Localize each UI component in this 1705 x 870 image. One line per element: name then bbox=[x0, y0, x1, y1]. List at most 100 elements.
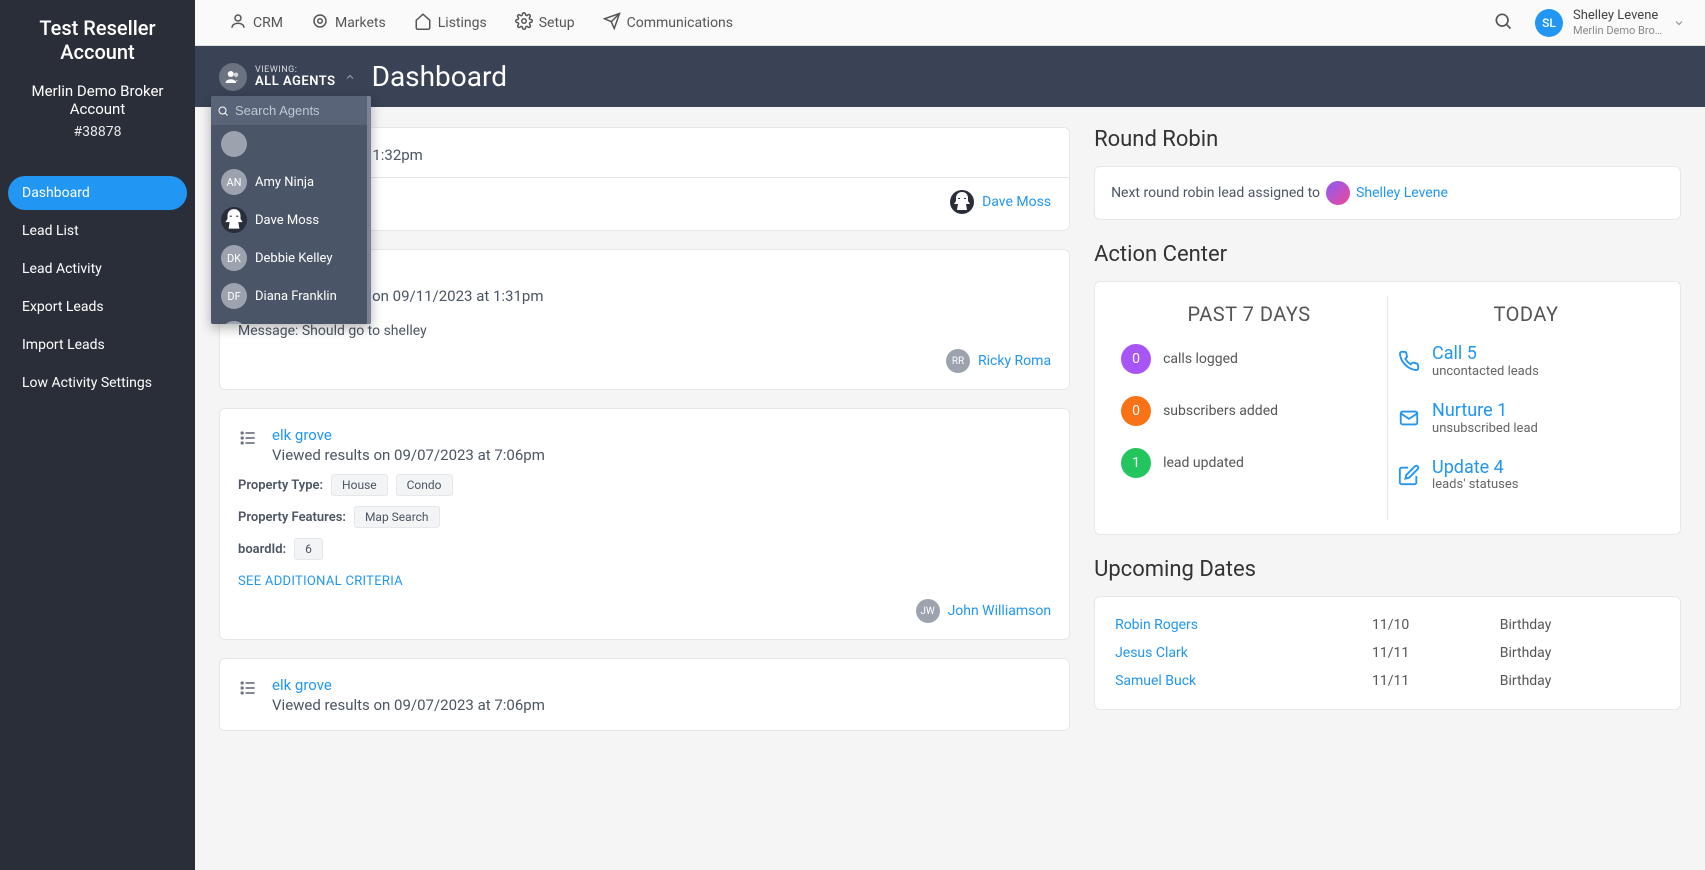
avatar: AN bbox=[221, 169, 247, 195]
activity-card: elk grove Viewed results on 09/07/2023 a… bbox=[219, 658, 1070, 731]
ac-link[interactable]: Update 4 bbox=[1432, 458, 1518, 478]
count-badge: 0 bbox=[1121, 344, 1151, 374]
ac-today-row[interactable]: Call 5uncontacted leads bbox=[1398, 344, 1654, 379]
ac-link[interactable]: Call 5 bbox=[1432, 344, 1539, 364]
list-icon bbox=[238, 678, 258, 698]
sidebar-item-low-activity-settings[interactable]: Low Activity Settings bbox=[8, 366, 187, 400]
agent-selector[interactable]: VIEWING: ALL AGENTS bbox=[219, 63, 356, 91]
action-center-title: Action Center bbox=[1094, 242, 1681, 267]
date-name[interactable]: Samuel Buck bbox=[1111, 667, 1368, 695]
agent-dropdown: AN Amy Ninja Dave Moss DKDebbie Kelley DF Dia… bbox=[211, 96, 371, 324]
activity-message: Message: Should go to shelley bbox=[238, 323, 1051, 339]
page-header: VIEWING: ALL AGENTS Dashboard ANAmy Ninj… bbox=[195, 46, 1705, 107]
topnav-setup[interactable]: Setup bbox=[501, 12, 589, 34]
ac-sublabel: uncontacted leads bbox=[1432, 364, 1539, 379]
chevron-down-icon bbox=[1673, 17, 1685, 29]
ac-link[interactable]: Nurture 1 bbox=[1432, 401, 1538, 421]
agent-link[interactable]: Dave Moss bbox=[982, 194, 1051, 210]
edit-icon bbox=[1398, 464, 1420, 486]
sidebar-item-lead-list[interactable]: Lead List bbox=[8, 214, 187, 248]
date-type: Birthday bbox=[1496, 611, 1664, 639]
agent-avatar bbox=[950, 190, 974, 214]
upcoming-card: Robin Rogers11/10BirthdayJesus Clark11/1… bbox=[1094, 596, 1681, 710]
rr-prefix: Next round robin lead assigned to bbox=[1111, 185, 1320, 201]
gear-icon bbox=[515, 12, 533, 34]
sidebar: Test Reseller Account Merlin Demo Broker… bbox=[0, 0, 195, 870]
topnav-markets[interactable]: Markets bbox=[297, 12, 400, 34]
phone-icon bbox=[1398, 350, 1420, 372]
avatar bbox=[221, 207, 247, 233]
agent-name: Amy Ninja bbox=[255, 175, 314, 190]
lead-link[interactable]: elk grove bbox=[272, 676, 332, 694]
agent-option[interactable]: Dave Moss bbox=[211, 201, 371, 239]
ac-label: calls logged bbox=[1163, 351, 1238, 367]
tag: Map Search bbox=[354, 506, 440, 528]
action-center-card: PAST 7 DAYS 0calls logged0subscribers ad… bbox=[1094, 281, 1681, 535]
agent-name: Diana Franklin bbox=[255, 289, 337, 304]
search-icon bbox=[1493, 11, 1513, 31]
agent-search-input[interactable] bbox=[211, 96, 371, 125]
user-menu[interactable]: SL Shelley Levene Merlin Demo Bro... bbox=[1535, 8, 1685, 37]
sidebar-item-dashboard[interactable]: Dashboard bbox=[8, 176, 187, 210]
upcoming-title: Upcoming Dates bbox=[1094, 557, 1681, 582]
ac-past-row: 0subscribers added bbox=[1121, 396, 1377, 426]
agent-name: Dave Moss bbox=[255, 213, 319, 228]
activity-subtitle: 09/11/2023 at 1:32pm bbox=[272, 146, 1051, 164]
broker-id: #38878 bbox=[10, 124, 185, 140]
rr-avatar bbox=[1326, 181, 1350, 205]
viewing-label: VIEWING: bbox=[255, 66, 336, 75]
count-badge: 0 bbox=[1121, 396, 1151, 426]
home-icon bbox=[414, 12, 432, 34]
agent-option[interactable] bbox=[211, 125, 371, 163]
agent-option[interactable]: DF Diana Franklin bbox=[211, 277, 371, 315]
features-label: Property Features: bbox=[238, 510, 346, 525]
send-icon bbox=[603, 12, 621, 34]
topnav: CRMMarketsListingsSetupCommunications SL… bbox=[195, 0, 1705, 46]
rr-assignee-link[interactable]: Shelley Levene bbox=[1356, 185, 1448, 201]
broker-name: Merlin Demo Broker Account bbox=[10, 82, 185, 118]
activity-card: elk grove Viewed results on 09/07/2023 a… bbox=[219, 408, 1070, 640]
sidebar-item-lead-activity[interactable]: Lead Activity bbox=[8, 252, 187, 286]
ac-today-row[interactable]: Nurture 1unsubscribed lead bbox=[1398, 401, 1654, 436]
sidebar-nav: Dashboard Lead List Lead Activity Export Le… bbox=[0, 176, 195, 404]
search-button[interactable] bbox=[1485, 3, 1521, 43]
date-name[interactable]: Robin Rogers bbox=[1111, 611, 1368, 639]
see-criteria-link[interactable]: SEE ADDITIONAL CRITERIA bbox=[238, 574, 403, 589]
user-subtitle: Merlin Demo Bro... bbox=[1573, 24, 1663, 37]
agent-option[interactable]: AN Amy Ninja bbox=[211, 163, 371, 201]
chevron-up-icon bbox=[344, 71, 356, 83]
date-type: Birthday bbox=[1496, 667, 1664, 695]
ac-past-row: 1lead updated bbox=[1121, 448, 1377, 478]
topnav-communications[interactable]: Communications bbox=[589, 12, 747, 34]
target-icon bbox=[311, 12, 329, 34]
prop-type-label: Property Type: bbox=[238, 478, 323, 493]
search-icon bbox=[217, 105, 229, 117]
count-badge: 1 bbox=[1121, 448, 1151, 478]
date-value: 11/11 bbox=[1368, 639, 1496, 667]
agent-avatar: JW bbox=[916, 599, 940, 623]
date-type: Birthday bbox=[1496, 639, 1664, 667]
ac-past-row: 0 calls logged bbox=[1121, 344, 1377, 374]
agent-link[interactable]: Ricky Roma bbox=[978, 353, 1051, 369]
round-robin-card: Next round robin lead assigned to Shelle… bbox=[1094, 166, 1681, 220]
lead-link[interactable]: elk grove bbox=[272, 426, 332, 444]
topnav-listings[interactable]: Listings bbox=[400, 12, 501, 34]
tag: House bbox=[331, 474, 388, 496]
sidebar-item-export-leads[interactable]: Export Leads bbox=[8, 290, 187, 324]
date-name[interactable]: Jesus Clark bbox=[1111, 639, 1368, 667]
avatar: GA bbox=[221, 321, 247, 324]
agent-option[interactable]: DKDebbie Kelley bbox=[211, 239, 371, 277]
date-row: Samuel Buck11/11Birthday bbox=[1111, 667, 1664, 695]
agent-option[interactable]: GAGeorge Aaronow bbox=[211, 315, 371, 324]
user-avatar: SL bbox=[1535, 9, 1563, 37]
topnav-crm[interactable]: CRM bbox=[215, 12, 297, 34]
avatar: DF bbox=[221, 283, 247, 309]
sidebar-item-import-leads[interactable]: Import Leads bbox=[8, 328, 187, 362]
ac-sublabel: unsubscribed lead bbox=[1432, 421, 1538, 436]
ac-today-row[interactable]: Update 4leads' statuses bbox=[1398, 458, 1654, 493]
list-icon bbox=[238, 428, 258, 448]
user-name: Shelley Levene bbox=[1573, 8, 1663, 24]
date-value: 11/11 bbox=[1368, 667, 1496, 695]
viewing-value: ALL AGENTS bbox=[255, 75, 336, 88]
agent-link[interactable]: John Williamson bbox=[948, 603, 1052, 619]
